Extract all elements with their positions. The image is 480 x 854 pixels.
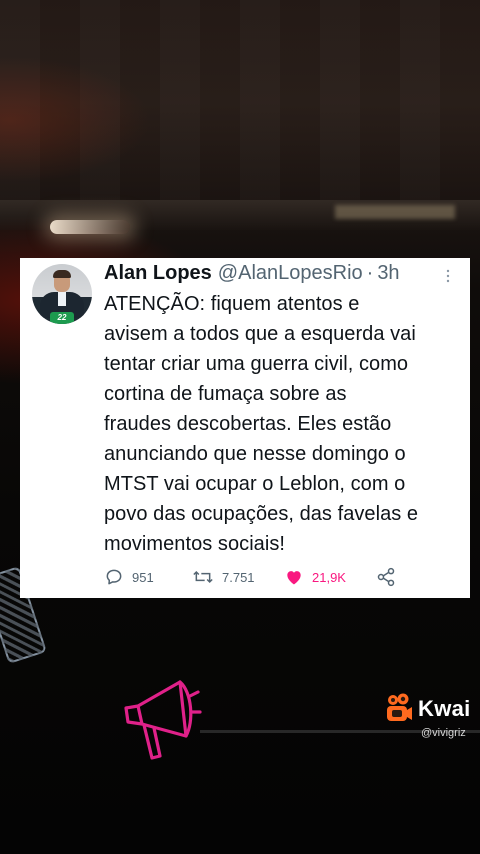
more-options-icon[interactable] (440, 268, 456, 284)
avatar[interactable]: 22 (32, 264, 92, 324)
avatar-shirt (58, 292, 66, 306)
like-count: 21,9K (312, 569, 346, 585)
retweet-button[interactable]: 7.751 (192, 564, 255, 590)
megaphone-icon (124, 680, 202, 760)
retweet-icon (193, 570, 213, 584)
header-separator: · (366, 262, 374, 284)
kwai-username: @vivigriz (421, 727, 466, 739)
tweet-header: Alan Lopes @AlanLopesRio · 3h (104, 262, 400, 288)
building-wall (0, 0, 480, 200)
share-icon (377, 567, 395, 587)
reply-icon (106, 569, 122, 585)
reply-button[interactable]: 951 (104, 564, 154, 590)
tweet-text: ATENÇÃO: fiquem atentos e avisem a todos… (104, 293, 419, 555)
kwai-watermark: Kwai (418, 696, 471, 721)
like-button[interactable]: 21,9K (284, 564, 346, 590)
avatar-number-badge: 22 (50, 312, 74, 324)
tweet-card[interactable]: 22 Alan Lopes @AlanLopesRio · 3h ATENÇÃO… (20, 258, 470, 598)
tweet-actions: 951 7.751 21,9K (104, 564, 460, 590)
reply-count: 951 (132, 569, 154, 585)
author-handle[interactable]: @AlanLopesRio (218, 262, 363, 285)
street-light (50, 220, 130, 234)
kwai-logo-icon (387, 693, 412, 721)
retweet-count: 7.751 (222, 569, 255, 585)
window-glow (335, 205, 455, 219)
share-button[interactable] (376, 564, 396, 590)
author-name[interactable]: Alan Lopes (104, 262, 212, 285)
heart-icon (287, 571, 301, 585)
avatar-hair (53, 270, 71, 278)
tweet-time[interactable]: 3h (377, 262, 399, 285)
